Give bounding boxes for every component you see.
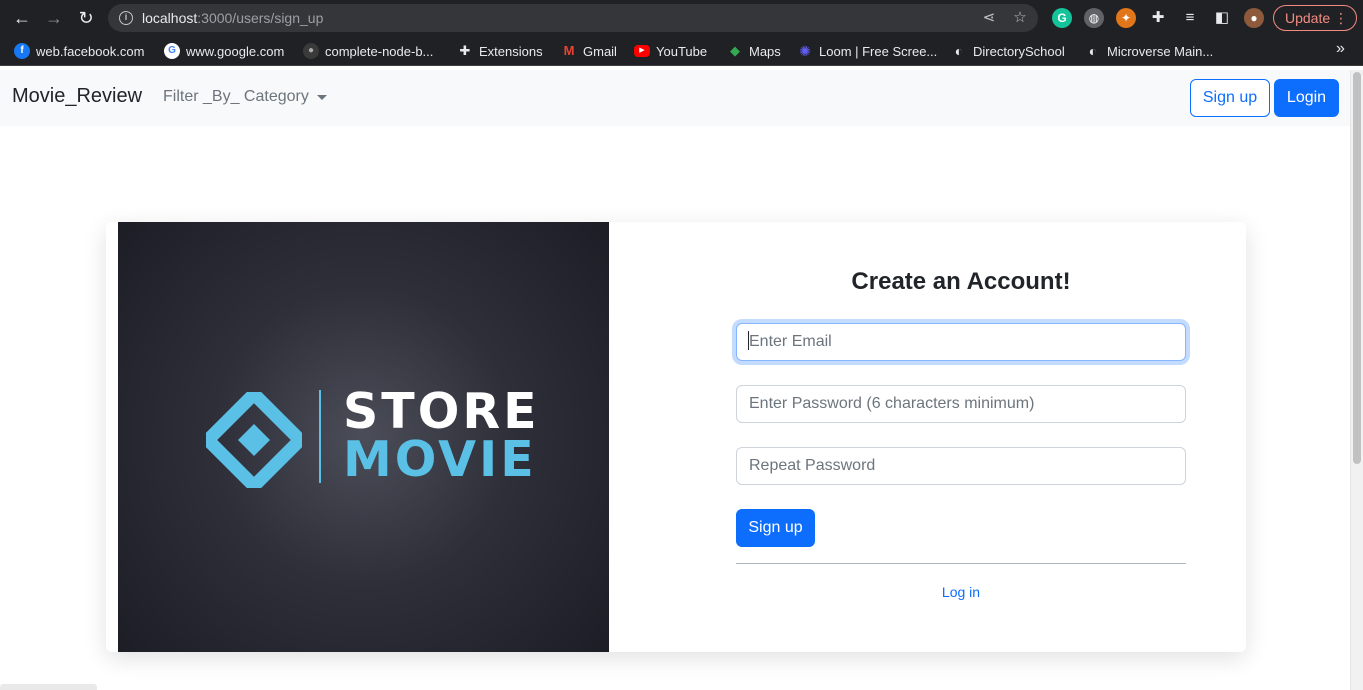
bookmark-gmail[interactable]: M Gmail (561, 42, 617, 60)
hero-image: STORE MOVIE (118, 222, 609, 652)
globe-icon: ◐ (954, 43, 964, 59)
forward-icon[interactable]: → (42, 6, 66, 30)
extensions-puzzle-icon[interactable]: ✚ (1148, 8, 1168, 28)
address-bar[interactable]: i localhost:3000/users/sign_up ⋖ ☆ (108, 4, 1038, 32)
grammarly-icon[interactable]: G (1052, 8, 1072, 28)
bookmark-label: Loom | Free Scree... (819, 43, 938, 59)
globe-extension-icon[interactable]: ◍ (1084, 8, 1104, 28)
bookmark-directoryschool[interactable]: ◐ DirectorySchool (951, 42, 1065, 60)
browser-toolbar: ← → ↻ i localhost:3000/users/sign_up ⋖ ☆… (0, 0, 1363, 36)
bookmark-star-icon[interactable]: ☆ (1011, 9, 1029, 27)
brand-logo[interactable]: Movie_Review (12, 85, 142, 108)
side-panel-icon[interactable]: ◧ (1212, 8, 1232, 28)
scrollbar-thumb[interactable] (1353, 72, 1361, 464)
globe-icon: ◐ (1088, 43, 1098, 59)
update-button[interactable]: Update ⋮ (1273, 5, 1357, 31)
form-title: Create an Account! (851, 268, 1071, 295)
login-link[interactable]: Log in (736, 584, 1186, 600)
gmail-icon: M (563, 43, 575, 58)
metamask-icon[interactable]: ✦ (1116, 8, 1136, 28)
menu-dots-icon: ⋮ (1334, 10, 1348, 26)
more-bookmarks-icon[interactable]: » (1336, 40, 1345, 58)
share-icon[interactable]: ⋖ (980, 9, 998, 27)
caret-down-icon (316, 94, 327, 100)
bookmark-maps[interactable]: ◆ Maps (727, 42, 781, 60)
reload-icon[interactable]: ↻ (74, 6, 98, 30)
filter-label: Filter _By_ Category (163, 88, 309, 105)
puzzle-icon: ✚ (459, 43, 471, 58)
text-cursor (748, 331, 749, 350)
bookmark-extensions[interactable]: ✚ Extensions (457, 42, 543, 60)
nav-signup-button[interactable]: Sign up (1190, 79, 1270, 117)
bookmark-label: Extensions (479, 43, 543, 59)
status-bubble (0, 684, 97, 690)
logo-divider (319, 390, 321, 483)
bookmark-label: Gmail (583, 43, 617, 59)
back-icon[interactable]: ← (10, 6, 34, 30)
profile-avatar[interactable]: ● (1244, 8, 1264, 28)
signup-submit-button[interactable]: Sign up (736, 509, 815, 547)
bookmark-loom[interactable]: ✺ Loom | Free Scree... (797, 42, 937, 60)
repeat-password-input[interactable] (736, 447, 1186, 485)
app-navbar: Movie_Review Filter _By_ Category Sign u… (0, 70, 1350, 126)
form-divider (736, 563, 1186, 564)
filter-category-dropdown[interactable]: Filter _By_ Category (163, 88, 327, 106)
bookmark-google[interactable]: G www.google.com (164, 42, 284, 60)
site-info-icon[interactable]: i (119, 11, 133, 25)
bookmark-label: web.facebook.com (36, 43, 145, 59)
reading-list-icon[interactable]: ≡ (1180, 8, 1200, 28)
store-movie-logo-icon (206, 392, 302, 488)
loom-icon: ✺ (799, 43, 811, 59)
maps-icon: ◆ (730, 43, 740, 58)
bookmark-facebook[interactable]: f web.facebook.com (14, 42, 144, 60)
password-input[interactable] (736, 385, 1186, 423)
bookmark-label: Microverse Main... (1107, 43, 1214, 59)
update-label: Update (1285, 10, 1331, 26)
bookmark-label: DirectorySchool (973, 43, 1065, 59)
bookmark-label: complete-node-b... (325, 43, 434, 59)
logo-text-movie: MOVIE (343, 431, 537, 488)
bookmark-label: YouTube (656, 43, 708, 59)
bookmark-complete-node[interactable]: ● complete-node-b... (303, 42, 433, 60)
bookmark-youtube[interactable]: ▶ YouTube (634, 42, 707, 60)
github-icon: ● (303, 43, 319, 59)
bookmark-label: Maps (749, 43, 781, 59)
facebook-icon: f (14, 43, 30, 59)
google-icon: G (164, 43, 180, 59)
email-input[interactable] (736, 323, 1186, 361)
bookmark-microverse[interactable]: ◐ Microverse Main... (1085, 42, 1213, 60)
page-scrollbar[interactable] (1350, 70, 1363, 690)
address-url[interactable]: localhost:3000/users/sign_up (142, 10, 323, 26)
bookmark-label: www.google.com (186, 43, 285, 59)
youtube-icon: ▶ (634, 45, 650, 57)
nav-login-button[interactable]: Login (1274, 79, 1339, 117)
